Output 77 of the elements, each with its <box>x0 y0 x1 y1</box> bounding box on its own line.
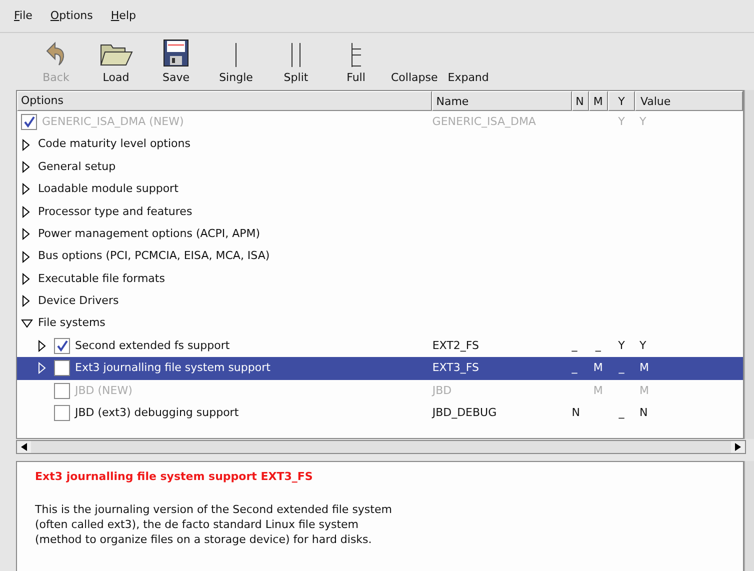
checkbox[interactable] <box>54 360 70 376</box>
option-label: JBD (NEW) <box>75 382 132 399</box>
value-text: _ <box>618 406 624 420</box>
option-label: Loadable module support <box>38 181 178 198</box>
checkbox[interactable] <box>54 338 70 354</box>
scroll-left-icon[interactable] <box>17 441 31 453</box>
menu-item[interactable]: Options <box>48 8 95 24</box>
tree-row[interactable]: Second extended fs support EXT2_FS _ _ Y Y <box>17 334 744 358</box>
symbol-name: EXT2_FS <box>432 338 479 352</box>
scroll-right-icon[interactable] <box>731 441 745 453</box>
single-button[interactable]: Single <box>206 32 266 86</box>
column-header[interactable]: Options <box>17 91 432 111</box>
column-header[interactable]: Name <box>432 91 572 111</box>
load-button[interactable]: Load <box>86 32 146 86</box>
help-text: This is the journaling version of the Second extended file system (often called ext3), the de facto standard Linux file system (method to organize files on a storage device) for hard disks. <box>35 502 393 546</box>
option-label: JBD (ext3) debugging support <box>75 405 239 422</box>
option-label: General setup <box>38 158 116 175</box>
symbol-name: JBD <box>432 384 452 397</box>
single-line-icon <box>234 42 238 66</box>
full-button[interactable]: Full <box>326 32 386 86</box>
option-label: Ext3 journalling file system support <box>75 360 270 376</box>
double-line-icon <box>290 42 302 66</box>
option-label: Power management options (ACPI, APM) <box>38 226 260 242</box>
option-label: Code maturity level options <box>38 136 190 152</box>
symbol-name: GENERIC_ISA_DMA <box>432 114 536 128</box>
text-button[interactable]: Expand <box>442 32 494 86</box>
symbol-name: EXT3_FS <box>432 361 479 374</box>
menu-item[interactable]: File <box>12 8 34 24</box>
value-text: M <box>639 384 649 397</box>
tree-row[interactable]: General setup <box>17 156 744 178</box>
vertical-scrollbar[interactable] <box>744 461 754 571</box>
collapse-arrow-icon[interactable] <box>21 318 33 330</box>
value-text: _ <box>618 361 624 374</box>
value-text: N <box>572 406 580 420</box>
value-text: Y <box>618 114 625 128</box>
tree-row[interactable]: Power management options (ACPI, APM) <box>17 222 744 246</box>
tree-row[interactable]: File systems <box>17 312 744 335</box>
value-text: Y <box>639 114 646 128</box>
column-header[interactable]: Y <box>608 91 636 111</box>
save-button[interactable]: Save <box>146 32 206 86</box>
value-text: M <box>639 361 649 374</box>
option-label: Bus options (PCI, PCMCIA, EISA, MCA, ISA) <box>38 248 270 264</box>
value-text: M <box>593 384 603 397</box>
tree-lines-icon <box>350 42 362 66</box>
tree-row[interactable]: Bus options (PCI, PCMCIA, EISA, MCA, ISA) <box>17 245 744 268</box>
tree-row[interactable]: JBD (ext3) debugging support JBD_DEBUG N _ N <box>17 402 744 424</box>
option-label: Second extended fs support <box>75 338 230 354</box>
split-button[interactable]: Split <box>266 32 326 86</box>
option-label: File systems <box>38 315 106 332</box>
tree-row[interactable]: Processor type and features <box>17 200 744 223</box>
symbol-name: JBD_DEBUG <box>432 406 497 420</box>
tree-row[interactable]: Code maturity level options <box>17 133 744 156</box>
column-header[interactable]: Value <box>635 91 744 111</box>
vertical-scrollbar[interactable] <box>744 90 754 439</box>
tree-row[interactable]: Loadable module support <box>17 178 744 201</box>
tree-row[interactable]: Ext3 journalling file system support EXT3_FS _ M _ M <box>17 357 744 380</box>
tree-row[interactable]: Executable file formats <box>17 268 744 290</box>
horizontal-scrollbar[interactable] <box>16 440 746 454</box>
value-text: _ <box>572 338 578 352</box>
text-button[interactable]: Collapse <box>386 32 443 86</box>
value-text: Y <box>639 338 646 352</box>
option-label: Executable file formats <box>38 270 165 287</box>
value-text: _ <box>595 338 601 352</box>
tree-row[interactable]: Device Drivers <box>17 290 744 313</box>
menu-item[interactable]: Help <box>108 8 138 24</box>
value-text: _ <box>572 361 578 374</box>
help-title: Ext3 journalling file system support EXT3_FS <box>35 469 314 485</box>
column-header[interactable]: N <box>572 91 589 111</box>
option-label: Processor type and features <box>38 204 192 220</box>
option-label: Device Drivers <box>38 293 119 310</box>
checkbox[interactable] <box>54 405 70 422</box>
option-label: GENERIC_ISA_DMA (NEW) <box>42 114 184 130</box>
value-text: Y <box>618 338 625 352</box>
column-header[interactable]: M <box>588 91 608 111</box>
value-text: N <box>639 406 648 420</box>
back-arrow-icon <box>45 40 67 66</box>
value-text: M <box>593 361 603 374</box>
